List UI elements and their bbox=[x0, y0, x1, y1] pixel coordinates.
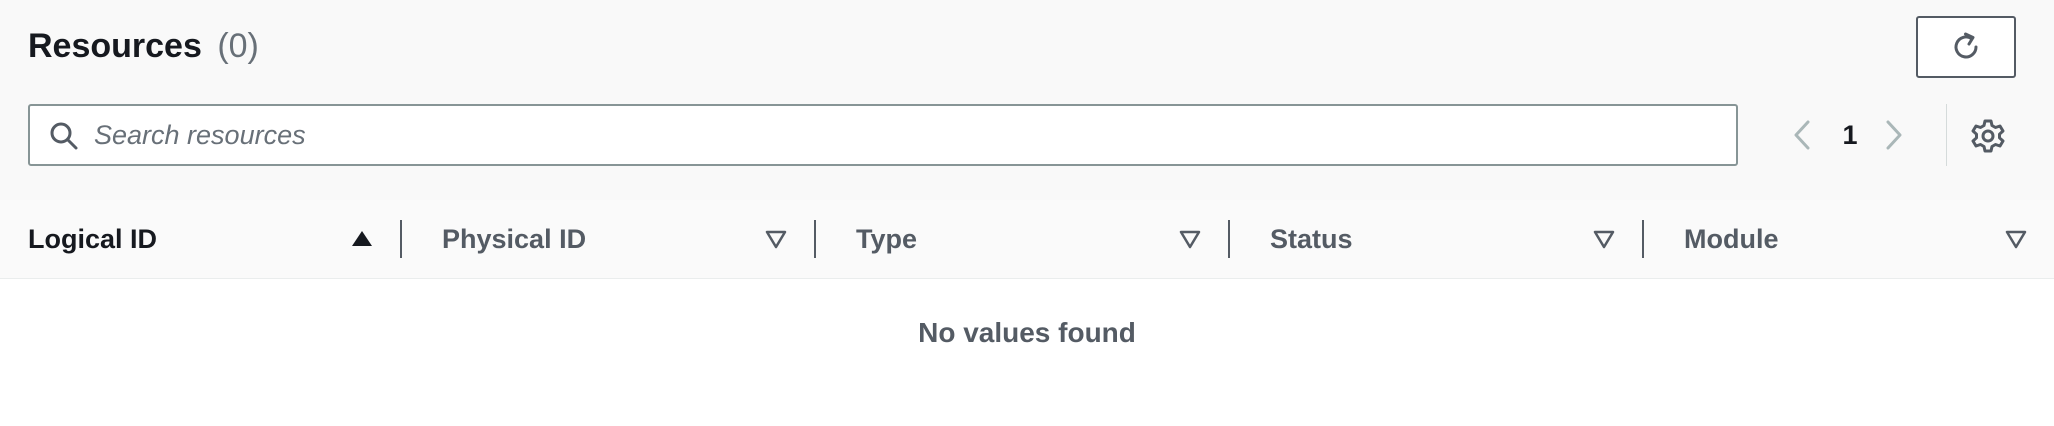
search-icon bbox=[50, 122, 78, 150]
chevron-left-icon[interactable] bbox=[1786, 118, 1820, 152]
column-label: Type bbox=[856, 224, 918, 254]
table-header: Logical ID Physical ID Type Status Modul… bbox=[0, 200, 2054, 279]
column-label: Status bbox=[1270, 224, 1353, 254]
sort-icon bbox=[765, 230, 787, 249]
column-label: Physical ID bbox=[442, 224, 587, 254]
column-header-status[interactable]: Status bbox=[1242, 200, 1642, 278]
toolbar-divider bbox=[1946, 104, 1947, 166]
resources-panel: Resources (0) 1 bbox=[0, 0, 2054, 426]
pagination: 1 bbox=[1780, 104, 1920, 166]
column-resizer[interactable] bbox=[814, 220, 816, 258]
current-page-number[interactable]: 1 bbox=[1830, 118, 1870, 152]
column-label: Module bbox=[1684, 224, 1779, 254]
column-header-type[interactable]: Type bbox=[828, 200, 1228, 278]
empty-state-message: No values found bbox=[918, 317, 1136, 348]
sort-ascending-icon bbox=[352, 231, 372, 246]
resource-count: (0) bbox=[217, 27, 259, 65]
column-resizer[interactable] bbox=[1228, 220, 1230, 258]
column-header-logical-id[interactable]: Logical ID bbox=[0, 200, 400, 278]
title-text: Resources bbox=[28, 27, 202, 65]
gear-icon[interactable] bbox=[1970, 118, 2006, 154]
search-input[interactable] bbox=[94, 106, 1714, 164]
column-resizer[interactable] bbox=[400, 220, 402, 258]
refresh-button[interactable] bbox=[1916, 16, 2016, 78]
sort-icon bbox=[2005, 230, 2027, 249]
refresh-icon bbox=[1954, 32, 1978, 59]
resources-header: Resources (0) 1 bbox=[0, 0, 2054, 201]
chevron-right-icon[interactable] bbox=[1876, 118, 1910, 152]
panel-title: Resources (0) bbox=[28, 26, 259, 66]
sort-icon bbox=[1179, 230, 1201, 249]
column-header-module[interactable]: Module bbox=[1656, 200, 2054, 278]
column-resizer[interactable] bbox=[1642, 220, 1644, 258]
sort-icon bbox=[1593, 230, 1615, 249]
search-field[interactable] bbox=[28, 104, 1738, 166]
column-label: Logical ID bbox=[28, 224, 158, 254]
column-header-physical-id[interactable]: Physical ID bbox=[414, 200, 814, 278]
